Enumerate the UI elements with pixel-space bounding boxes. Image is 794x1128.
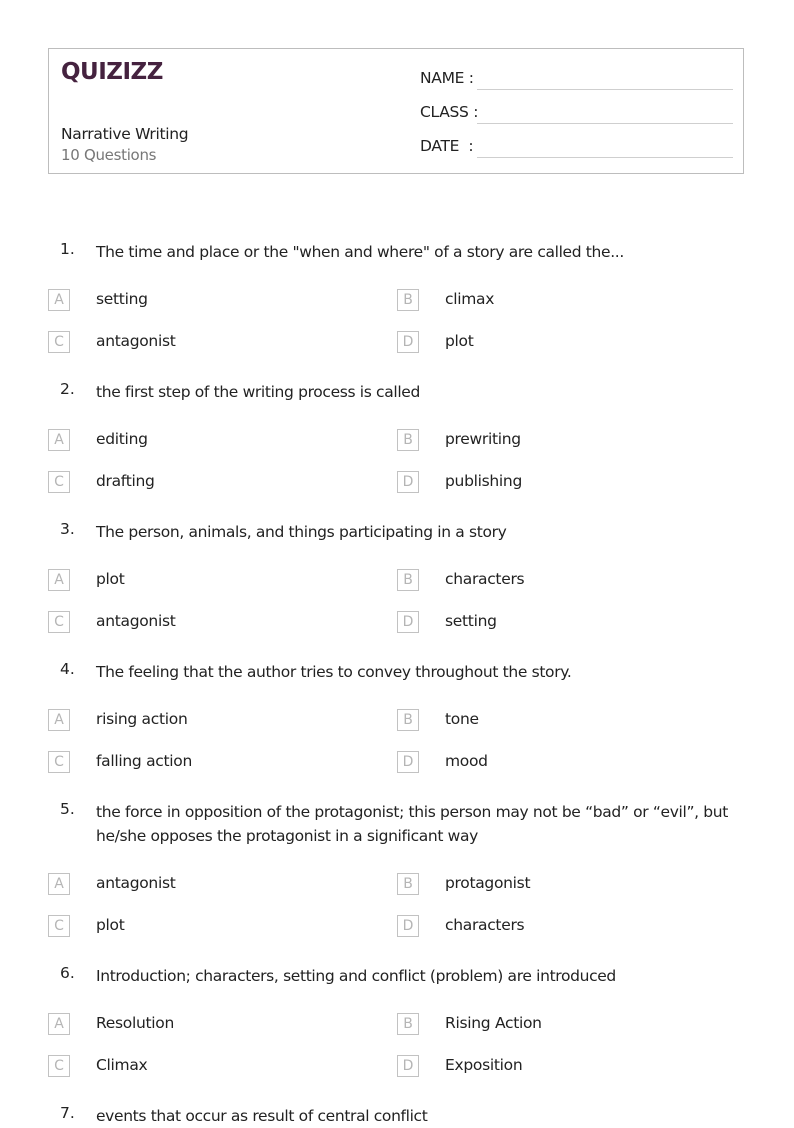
option-letter-box[interactable]: B: [397, 569, 419, 591]
option-letter-box[interactable]: B: [397, 709, 419, 731]
question-text: events that occur as result of central c…: [96, 1107, 428, 1125]
question-text: Introduction; characters, setting and co…: [96, 967, 616, 985]
name-label: NAME :: [420, 69, 474, 87]
question-text: The person, animals, and things particip…: [96, 523, 507, 541]
question-number: 2.: [60, 380, 75, 398]
option-letter-box[interactable]: C: [48, 331, 70, 353]
option-text: antagonist: [96, 612, 176, 630]
option-text: plot: [445, 332, 474, 350]
option-letter-box[interactable]: D: [397, 1055, 419, 1077]
option-text: plot: [96, 916, 125, 934]
option-letter-box[interactable]: C: [48, 471, 70, 493]
worksheet-header: QUIZIZZ Narrative Writing 10 Questions N…: [48, 48, 744, 174]
quizizz-logo: QUIZIZZ: [61, 59, 163, 85]
option-text: climax: [445, 290, 495, 308]
option-text: antagonist: [96, 874, 176, 892]
option-letter-box[interactable]: D: [397, 471, 419, 493]
question-text: the force in opposition of the protagoni…: [96, 803, 728, 845]
option-text: rising action: [96, 710, 188, 728]
option-letter-box[interactable]: C: [48, 751, 70, 773]
option-text: plot: [96, 570, 125, 588]
class-field[interactable]: CLASS :: [420, 103, 733, 125]
name-field[interactable]: NAME :: [420, 69, 733, 91]
option-text: Exposition: [445, 1056, 523, 1074]
option-letter-box[interactable]: D: [397, 611, 419, 633]
option-text: Rising Action: [445, 1014, 542, 1032]
option-letter-box[interactable]: A: [48, 873, 70, 895]
question-text: The feeling that the author tries to con…: [96, 663, 572, 681]
question-number: 5.: [60, 800, 75, 818]
option-text: falling action: [96, 752, 192, 770]
question-number: 7.: [60, 1104, 75, 1122]
question-number: 3.: [60, 520, 75, 538]
date-line[interactable]: [477, 157, 733, 158]
option-text: setting: [445, 612, 497, 630]
option-text: antagonist: [96, 332, 176, 350]
option-text: characters: [445, 916, 525, 934]
question-number: 6.: [60, 964, 75, 982]
question-count: 10 Questions: [61, 146, 157, 164]
worksheet-title: Narrative Writing: [61, 125, 189, 143]
class-line[interactable]: [477, 123, 733, 124]
option-letter-box[interactable]: A: [48, 429, 70, 451]
option-letter-box[interactable]: D: [397, 331, 419, 353]
option-text: Resolution: [96, 1014, 174, 1032]
date-label: DATE :: [420, 137, 474, 155]
option-letter-box[interactable]: C: [48, 611, 70, 633]
option-text: Climax: [96, 1056, 148, 1074]
class-label: CLASS :: [420, 103, 479, 121]
option-text: tone: [445, 710, 479, 728]
option-text: protagonist: [445, 874, 531, 892]
option-letter-box[interactable]: D: [397, 751, 419, 773]
option-text: characters: [445, 570, 525, 588]
option-text: drafting: [96, 472, 155, 490]
name-line[interactable]: [477, 89, 733, 90]
option-text: editing: [96, 430, 148, 448]
option-letter-box[interactable]: B: [397, 1013, 419, 1035]
option-letter-box[interactable]: B: [397, 873, 419, 895]
option-letter-box[interactable]: C: [48, 915, 70, 937]
option-letter-box[interactable]: A: [48, 1013, 70, 1035]
option-text: publishing: [445, 472, 522, 490]
question-text: The time and place or the "when and wher…: [96, 243, 624, 261]
option-letter-box[interactable]: A: [48, 569, 70, 591]
question-text: the first step of the writing process is…: [96, 383, 420, 401]
option-letter-box[interactable]: C: [48, 1055, 70, 1077]
option-letter-box[interactable]: A: [48, 289, 70, 311]
option-text: mood: [445, 752, 488, 770]
option-text: setting: [96, 290, 148, 308]
option-letter-box[interactable]: B: [397, 289, 419, 311]
question-number: 1.: [60, 240, 75, 258]
option-letter-box[interactable]: B: [397, 429, 419, 451]
option-letter-box[interactable]: A: [48, 709, 70, 731]
date-field[interactable]: DATE :: [420, 137, 733, 159]
question-number: 4.: [60, 660, 75, 678]
option-text: prewriting: [445, 430, 521, 448]
option-letter-box[interactable]: D: [397, 915, 419, 937]
